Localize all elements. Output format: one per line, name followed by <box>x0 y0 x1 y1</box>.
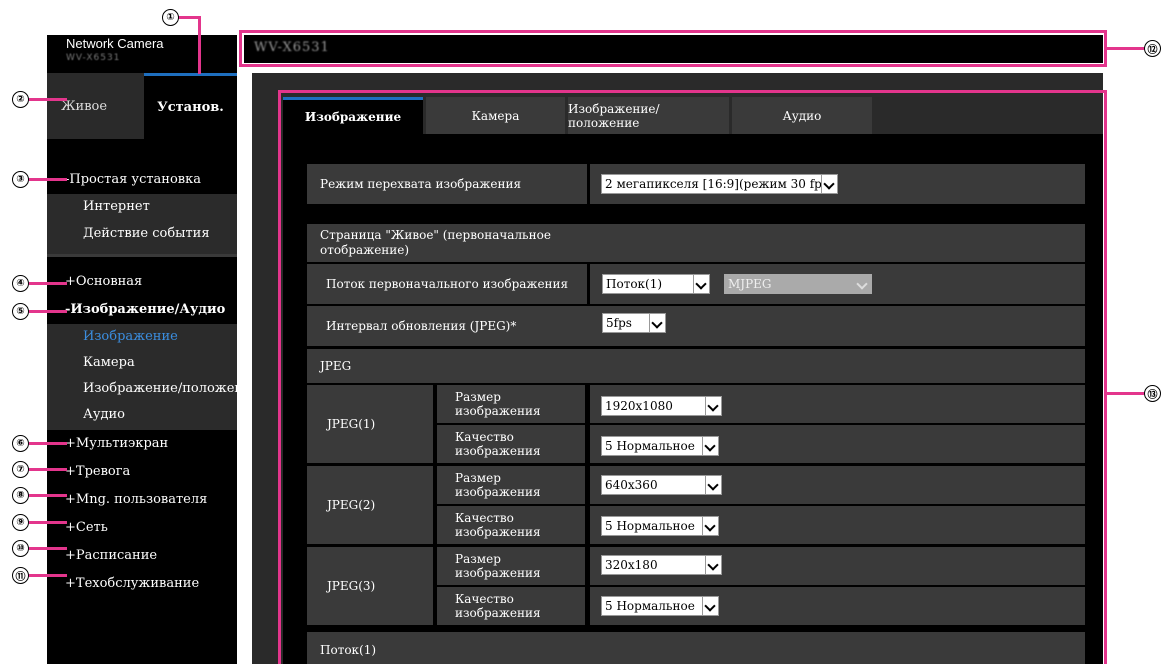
callout-line-5 <box>29 310 67 313</box>
callout-line-3 <box>29 178 67 181</box>
callout-number-3: ③ <box>12 171 29 188</box>
tab-setup[interactable]: Установ. <box>144 73 237 139</box>
callout-number-6: ⑥ <box>12 435 29 452</box>
menu-item-event-action[interactable]: Действие события <box>47 219 237 254</box>
menu-item-internet[interactable]: Интернет <box>47 194 237 219</box>
tab-gap <box>121 73 144 139</box>
menu-item-audio[interactable]: Аудио <box>47 402 237 428</box>
menu-item-image[interactable]: Изображение <box>47 324 237 350</box>
camera-model: WV-X6531 <box>66 53 121 63</box>
tab-live[interactable]: Живое <box>47 73 121 139</box>
callout-line-9 <box>29 521 67 524</box>
callout-line-7 <box>29 468 67 471</box>
callout-line-8 <box>29 494 67 497</box>
menu-divider <box>47 254 237 257</box>
callout-number-13: ⑬ <box>1144 385 1161 402</box>
callout-line-6 <box>29 442 67 445</box>
menu-easy-setup-head[interactable]: -Простая установка <box>47 166 237 194</box>
callout-line-4 <box>29 282 67 285</box>
callout-box-header <box>239 30 1107 67</box>
callout-line-13 <box>1104 392 1144 395</box>
menu-user-mng[interactable]: +Mng. пользователя <box>47 486 237 514</box>
callout-number-11: ⑪ <box>12 567 29 584</box>
callout-number-8: ⑧ <box>12 487 29 504</box>
callout-number-9: ⑨ <box>12 514 29 531</box>
menu-schedule[interactable]: +Расписание <box>47 542 237 570</box>
callout-line-1b <box>178 16 200 19</box>
menu-image-audio: -Изображение/Аудио Изображение Камера Из… <box>47 296 259 430</box>
callout-line-11 <box>29 574 67 577</box>
menu-multiscreen[interactable]: +Мультиэкран <box>47 430 237 458</box>
callout-number-12: ⑫ <box>1144 40 1161 57</box>
menu-basic: +Основная <box>47 268 237 296</box>
callout-number-5: ⑤ <box>12 303 29 320</box>
brand-block: Network Camera WV-X6531 <box>47 35 237 73</box>
callout-number-1: ① <box>162 9 179 26</box>
menu-item-camera[interactable]: Камера <box>47 350 237 376</box>
menu-rest: +Мультиэкран +Тревога +Mng. пользователя… <box>47 430 237 598</box>
callout-number-10: ⑩ <box>12 540 29 557</box>
callout-number-2: ② <box>12 91 29 108</box>
callout-number-7: ⑦ <box>12 461 29 478</box>
menu-basic-head[interactable]: +Основная <box>47 268 237 296</box>
menu-item-image-position[interactable]: Изображение/положение <box>47 376 259 402</box>
callout-line-10 <box>29 547 67 550</box>
menu-alarm[interactable]: +Тревога <box>47 458 237 486</box>
menu-maintenance[interactable]: +Техобслуживание <box>47 570 237 598</box>
menu-network[interactable]: +Сеть <box>47 514 237 542</box>
menu-image-audio-sub: Изображение Камера Изображение/положение… <box>47 324 259 430</box>
callout-line-12 <box>1104 47 1144 50</box>
brand-name: Network Camera <box>66 36 164 51</box>
callout-number-4: ④ <box>12 275 29 292</box>
callout-line-1 <box>198 16 201 74</box>
menu-easy-setup-sub: Интернет Действие события <box>47 194 237 254</box>
callout-line-2 <box>29 98 67 101</box>
menu-easy-setup: -Простая установка Интернет Действие соб… <box>47 166 237 254</box>
callout-box-content <box>278 90 1107 664</box>
menu-image-audio-head[interactable]: -Изображение/Аудио <box>47 296 237 324</box>
